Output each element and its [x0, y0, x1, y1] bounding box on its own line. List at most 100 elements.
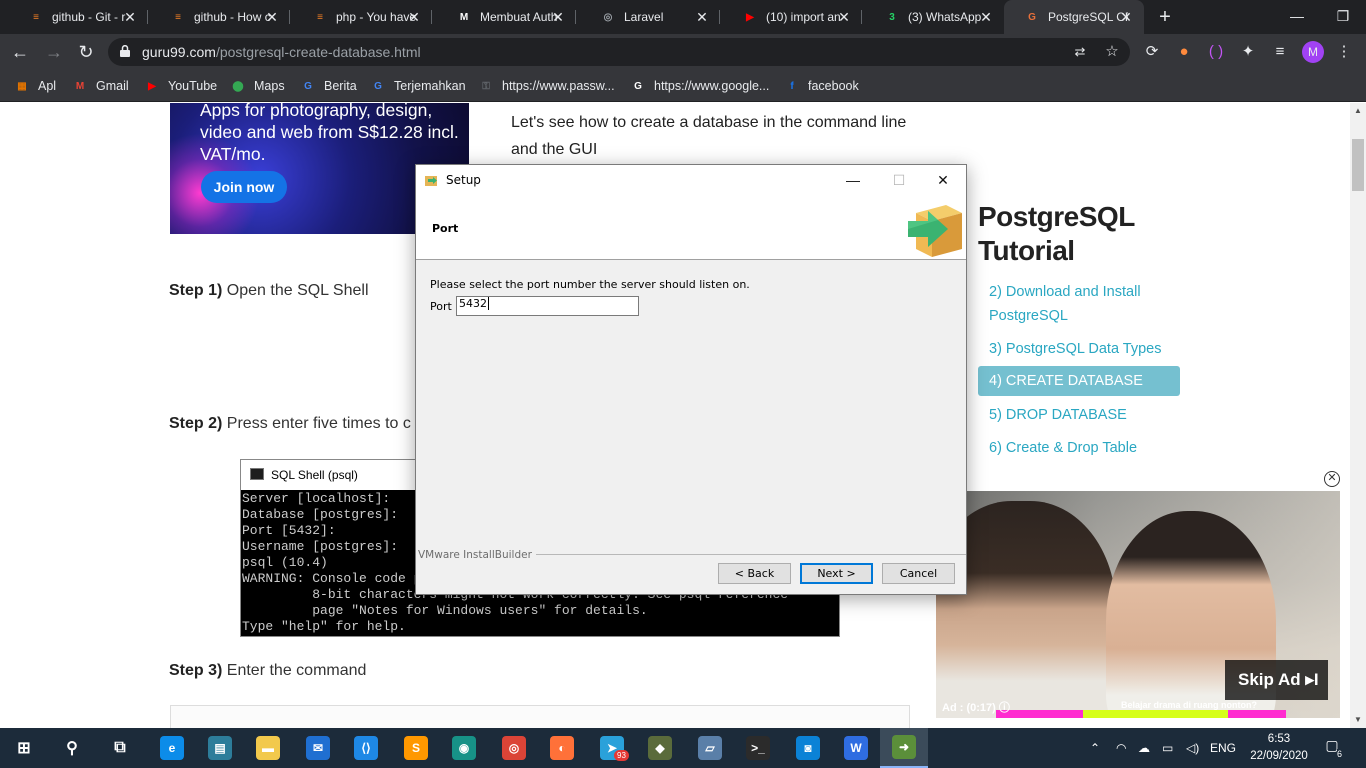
join-now-button[interactable]: Join now — [201, 171, 287, 203]
tab-close-icon[interactable]: ✕ — [406, 9, 422, 25]
edge-taskbar-button[interactable]: e — [148, 728, 196, 768]
bookmark-item[interactable]: f facebook — [784, 77, 858, 95]
reload-icon[interactable]: ↻ — [74, 40, 98, 64]
browser-tab[interactable]: ◎ Laravel ✕ — [580, 0, 720, 34]
translate-icon[interactable]: ⇄ — [1070, 42, 1090, 62]
extensions-puzzle-icon[interactable]: ✦ — [1238, 42, 1258, 62]
bookmark-item[interactable]: ⚿ https://www.passw... — [478, 77, 614, 95]
extension-brackets-icon[interactable]: ( ) — [1206, 42, 1226, 62]
close-ad-icon[interactable]: ✕ — [1324, 471, 1340, 487]
tab-separator — [147, 10, 148, 24]
profile-avatar[interactable]: M — [1302, 41, 1324, 63]
back-button[interactable]: < Back — [718, 563, 791, 584]
minimize-button[interactable]: — — [830, 165, 876, 195]
scroll-up-arrow-icon[interactable]: ▲ — [1350, 103, 1366, 119]
menu-kebab-icon[interactable]: ⋮ — [1334, 42, 1354, 62]
bookmark-item[interactable]: M Gmail — [72, 77, 129, 95]
camera-app-taskbar-button[interactable]: ◙ — [784, 728, 832, 768]
bookmark-item[interactable]: G Terjemahkan — [370, 77, 465, 95]
page-scrollbar[interactable]: ▲ ▼ — [1350, 103, 1366, 728]
store-taskbar-button[interactable]: ▤ — [196, 728, 244, 768]
bookmark-item[interactable]: ⬤ Maps — [230, 77, 284, 95]
start-button-taskbar-button[interactable]: ⊞ — [0, 728, 48, 768]
window-minimize-button[interactable]: — — [1274, 0, 1320, 34]
sidebar-link-data-types[interactable]: 3) PostgreSQL Data Types — [989, 337, 1179, 361]
camera-app-icon: ◙ — [796, 736, 820, 760]
bookmark-item[interactable]: G Berita — [300, 77, 357, 95]
tab-close-icon[interactable]: ✕ — [694, 9, 710, 25]
browser-tab[interactable]: ≡ github - Git - r ✕ — [8, 0, 148, 34]
whatsapp-icon: 3 — [889, 11, 895, 23]
next-button[interactable]: Next > — [800, 563, 873, 584]
notes-taskbar-button[interactable]: ▱ — [686, 728, 734, 768]
mail-taskbar-button[interactable]: ✉ — [294, 728, 342, 768]
media-queue-icon[interactable]: ≡ — [1270, 42, 1290, 62]
git-taskbar-button[interactable]: ◆ — [636, 728, 684, 768]
search-taskbar-button[interactable]: ⚲ — [48, 728, 96, 768]
sidebar-link-create-database[interactable]: 4) CREATE DATABASE — [978, 366, 1180, 396]
close-button[interactable]: ✕ — [920, 165, 966, 195]
wifi-icon[interactable]: ◠ — [1116, 738, 1126, 758]
tab-close-icon[interactable]: ✕ — [1118, 9, 1134, 25]
extension-bulb-icon[interactable]: ● — [1174, 42, 1194, 62]
sublime-taskbar-button[interactable]: S — [392, 728, 440, 768]
terminal-taskbar-button[interactable]: >_ — [734, 728, 782, 768]
setup-titlebar[interactable]: Setup — ☐ ✕ — [416, 165, 966, 195]
tab-close-icon[interactable]: ✕ — [978, 9, 994, 25]
browser-tab[interactable]: ≡ github - How c ✕ — [150, 0, 290, 34]
scroll-thumb[interactable] — [1352, 139, 1364, 191]
bookmark-item[interactable]: ▦ Apl — [14, 77, 56, 95]
wps-taskbar-button[interactable]: W — [832, 728, 880, 768]
vscode-taskbar-button[interactable]: ⟨⟩ — [342, 728, 390, 768]
tab-close-icon[interactable]: ✕ — [836, 9, 852, 25]
bookmark-star-icon[interactable]: ☆ — [1102, 42, 1122, 62]
sidebar-link-create-drop-table[interactable]: 6) Create & Drop Table — [989, 436, 1179, 460]
show-hidden-icons-icon[interactable]: ⌃ — [1090, 738, 1100, 758]
video-ad[interactable]: Skip Ad ▸I Ad : (0:17) ⓘ Belajar drama d… — [936, 491, 1340, 718]
vendor-divider — [526, 554, 966, 555]
gitkraken-taskbar-button[interactable]: ◉ — [440, 728, 488, 768]
browser-tab[interactable]: ≡ php - You have ✕ — [292, 0, 432, 34]
address-bar[interactable]: guru99.com/postgresql-create-database.ht… — [108, 38, 1130, 66]
browser-tab[interactable]: ▶ (10) import an ✕ — [722, 0, 862, 34]
port-label: Port — [430, 300, 452, 313]
browser-tab[interactable]: M Membuat Auth ✕ — [436, 0, 576, 34]
maximize-button[interactable]: ☐ — [876, 165, 922, 195]
file-explorer-taskbar-button[interactable]: ▬ — [244, 728, 292, 768]
volume-icon[interactable]: ◁) — [1186, 738, 1199, 758]
bookmark-item[interactable]: ▶ YouTube — [144, 77, 217, 95]
bookmark-item[interactable]: Ghttps://www.google... — [630, 77, 769, 95]
back-arrow-icon[interactable]: ← — [8, 40, 32, 64]
sidebar-link-install[interactable]: 2) Download and Install PostgreSQL — [989, 280, 1179, 328]
info-icon[interactable]: ⓘ — [999, 702, 1010, 714]
youtube-icon: ▶ — [148, 80, 156, 92]
tab-close-icon[interactable]: ✕ — [264, 9, 280, 25]
tab-close-icon[interactable]: ✕ — [550, 9, 566, 25]
firefox-taskbar-button[interactable]: ◐ — [538, 728, 586, 768]
clock[interactable]: 6:53 22/09/2020 — [1248, 731, 1310, 765]
task-view-taskbar-button[interactable]: ⧉ — [96, 728, 144, 768]
battery-icon[interactable]: ▭ — [1162, 738, 1173, 758]
step-2: Step 2) Press enter five times to c — [169, 415, 411, 432]
browser-tab[interactable]: 3 (3) WhatsApp ✕ — [864, 0, 1004, 34]
onedrive-cloud-icon[interactable]: ☁ — [1138, 738, 1150, 758]
forward-arrow-icon[interactable]: → — [42, 40, 66, 64]
url-text: guru99.com/postgresql-create-database.ht… — [142, 44, 421, 60]
setup-box-icon — [425, 176, 437, 186]
setup-installer-taskbar-button[interactable]: ➜ — [880, 728, 928, 768]
browser-tab[interactable]: G PostgreSQL CR ✕ — [1004, 0, 1144, 34]
scroll-down-arrow-icon[interactable]: ▼ — [1350, 712, 1366, 728]
apps-grid-icon: ▦ — [17, 80, 27, 92]
window-restore-button[interactable]: ❐ — [1320, 0, 1366, 34]
sync-icon[interactable]: ⟳ — [1142, 42, 1162, 62]
tab-close-icon[interactable]: ✕ — [122, 9, 138, 25]
chrome-taskbar-button[interactable]: ◎ — [490, 728, 538, 768]
telegram-taskbar-button[interactable]: ➤ 93 — [588, 728, 636, 768]
notification-center-icon[interactable]: ▢ 6 — [1320, 737, 1344, 759]
language-indicator[interactable]: ENG — [1210, 738, 1236, 758]
port-input[interactable]: 5432 — [456, 296, 639, 316]
skip-ad-button[interactable]: Skip Ad ▸I — [1225, 660, 1328, 700]
new-tab-button[interactable]: + — [1154, 6, 1176, 28]
cancel-button[interactable]: Cancel — [882, 563, 955, 584]
sidebar-link-drop-database[interactable]: 5) DROP DATABASE — [989, 403, 1179, 427]
